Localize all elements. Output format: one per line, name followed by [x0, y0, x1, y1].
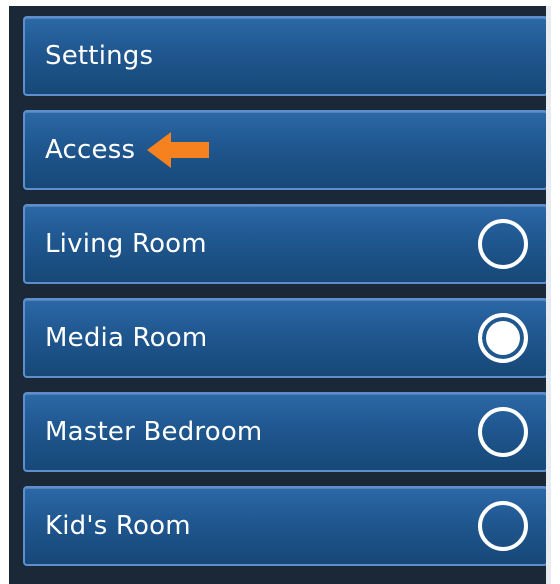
menu-item-label: Kid's Room — [45, 511, 191, 541]
room-menu-panel: Settings Access Living Room Media Room M… — [9, 6, 551, 584]
scrollbar-thumb[interactable] — [546, 6, 551, 584]
radio-button-kids-room[interactable] — [478, 501, 528, 551]
menu-item-media-room[interactable]: Media Room — [23, 298, 548, 378]
menu-item-access[interactable]: Access — [23, 110, 548, 190]
menu-item-label: Living Room — [45, 229, 207, 259]
menu-item-label: Access — [45, 135, 136, 165]
menu-item-master-bedroom[interactable]: Master Bedroom — [23, 392, 548, 472]
radio-button-master-bedroom[interactable] — [478, 407, 528, 457]
radio-button-living-room[interactable] — [478, 219, 528, 269]
radio-button-media-room[interactable] — [478, 313, 528, 363]
menu-item-label: Media Room — [45, 323, 208, 353]
arrow-left-icon — [147, 132, 209, 168]
menu-item-label: Master Bedroom — [45, 417, 263, 447]
menu-item-kids-room[interactable]: Kid's Room — [23, 486, 548, 566]
menu-item-label: Settings — [45, 41, 154, 71]
menu-item-settings[interactable]: Settings — [23, 16, 548, 96]
scrollbar-track[interactable] — [546, 6, 551, 584]
menu-item-living-room[interactable]: Living Room — [23, 204, 548, 284]
